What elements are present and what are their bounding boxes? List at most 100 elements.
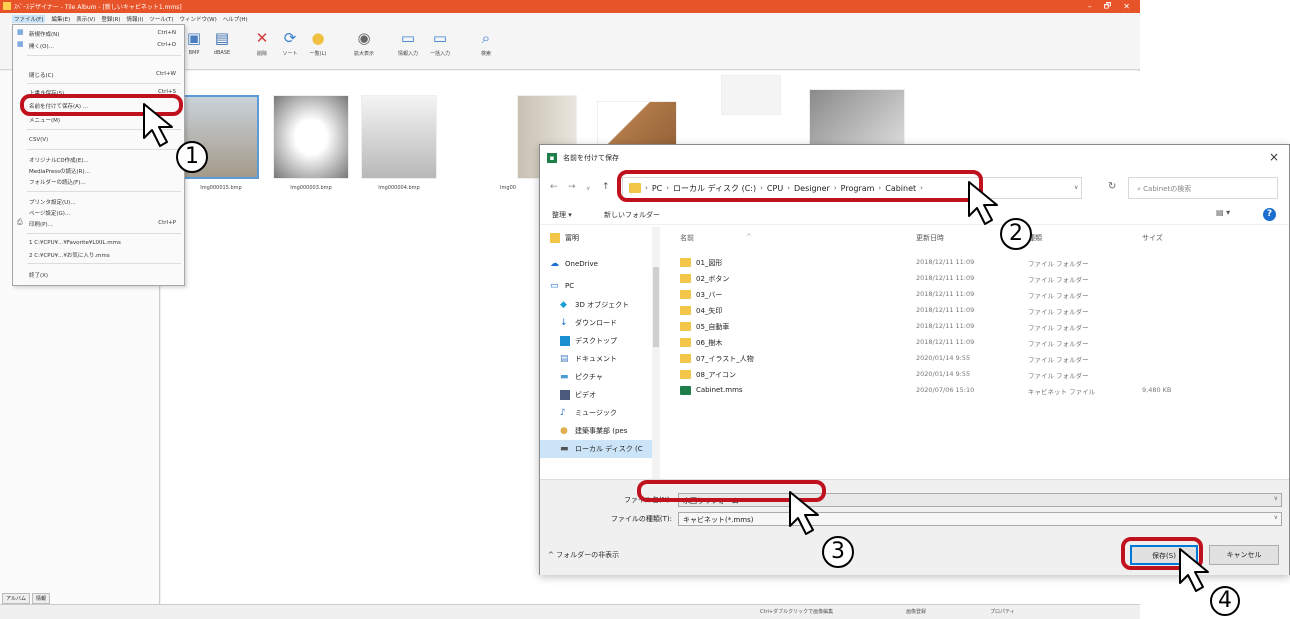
close-button[interactable]: ✕ (1123, 2, 1130, 11)
nav-item-3d[interactable]: ◆ 3D オブジェクト (560, 296, 629, 314)
new-folder-button[interactable]: 新しいフォルダー (604, 210, 660, 220)
file-row[interactable]: 07_イラスト_人物 2020/01/14 9:55 ファイル フォルダー (676, 351, 1236, 367)
column-header-name[interactable]: 名前 (680, 233, 694, 243)
thumbnail[interactable] (273, 95, 349, 179)
nav-item-onedrive[interactable]: ☁ OneDrive (550, 255, 598, 273)
nav-item-music[interactable]: ♪ ミュージック (560, 404, 617, 422)
menu-tools[interactable]: ツール(T) (149, 15, 173, 23)
folder-icon (680, 322, 691, 331)
folder-icon (680, 258, 691, 267)
chevron-down-icon[interactable]: ∨ (1274, 495, 1278, 502)
filetype-select[interactable]: キャビネット(*.mms) ∨ (678, 512, 1282, 526)
file-row[interactable]: 04_矢印 2018/12/11 11:09 ファイル フォルダー (676, 303, 1236, 319)
toolbar-dbase[interactable]: ▤ dBASE (204, 30, 240, 56)
open-icon: ▦ (17, 40, 24, 48)
menu-separator (27, 191, 181, 192)
download-icon: ↓ (560, 318, 568, 328)
folder-icon (550, 233, 560, 243)
search-input[interactable]: ⌕ Cabinetの検索 (1128, 177, 1278, 199)
folder-icon (680, 290, 691, 299)
batch-icon: ▭ (432, 29, 448, 47)
nav-item-pc[interactable]: ▭ PC (550, 277, 574, 295)
hide-folders-toggle[interactable]: ^ フォルダーの非表示 (548, 550, 619, 560)
chevron-down-icon[interactable]: ∨ (1274, 514, 1278, 521)
recent-dropdown-icon[interactable]: ∨ (586, 185, 590, 192)
video-icon (560, 390, 570, 400)
menu-item-recent-2[interactable]: 2 C:¥CPU¥...¥お気に入り.mms (13, 249, 184, 260)
up-icon[interactable]: ↑ (602, 182, 610, 192)
file-row[interactable]: 06_樹木 2018/12/11 11:09 ファイル フォルダー (676, 335, 1236, 351)
toolbar-search[interactable]: ⌕ 検索 (468, 30, 504, 57)
menu-item-new[interactable]: ▦ 新規作成(N) Ctrl+N (13, 28, 184, 39)
command-bar: 整理 ▾ 新しいフォルダー ▤ ▾ ? (540, 205, 1289, 225)
highlight-breadcrumb (617, 170, 983, 202)
edit-icon: ▭ (400, 29, 416, 47)
menu-item-print[interactable]: ⎙ 印刷(P)... Ctrl+P (13, 218, 184, 229)
menu-item-page-setup[interactable]: ページ設定(G)... (13, 207, 184, 218)
drive-icon: ▬ (560, 444, 569, 454)
tab-info[interactable]: 情報 (31, 593, 50, 604)
menu-item-exit[interactable]: 終了(X) (13, 269, 184, 280)
column-header-size[interactable]: サイズ (1142, 233, 1163, 243)
list-icon: ● (311, 29, 325, 47)
nav-item-videos[interactable]: ビデオ (560, 386, 596, 404)
file-row[interactable]: 01_図形 2018/12/11 11:09 ファイル フォルダー (676, 255, 1236, 271)
file-row[interactable]: Cabinet.mms 2020/07/06 15:10 キャビネット ファイル 9,… (676, 383, 1236, 399)
file-row[interactable]: 03_バー 2018/12/11 11:09 ファイル フォルダー (676, 287, 1236, 303)
minimize-button[interactable]: – (1088, 2, 1092, 11)
database-icon: ▤ (214, 29, 230, 47)
help-icon[interactable]: ? (1263, 208, 1276, 221)
scrollbar-thumb[interactable] (653, 267, 659, 347)
toolbar-batch-input[interactable]: ▭ 一括入力 (422, 30, 458, 57)
menu-register[interactable]: 登録(R) (101, 15, 120, 23)
menu-item-close[interactable]: 閉じる(C) Ctrl+W (13, 69, 184, 80)
nav-item-documents[interactable]: ▤ ドキュメント (560, 350, 617, 368)
menu-info[interactable]: 情報(I) (126, 15, 143, 23)
menu-separator (27, 83, 181, 84)
menu-item-open[interactable]: ▦ 開く(O)... Ctrl+O (13, 40, 184, 51)
forward-icon[interactable]: → (568, 182, 576, 192)
nav-item-user[interactable]: ● 建築事業部 (pes (560, 422, 627, 440)
thumbnail-label: Img000004.bmp (378, 185, 420, 191)
nav-item-desktop[interactable]: デスクトップ (560, 332, 617, 350)
nav-item-pictures[interactable]: ▬ ピクチャ (560, 368, 603, 386)
menu-separator (27, 233, 181, 234)
maximize-button[interactable]: 🗗 (1104, 0, 1112, 14)
thumbnail[interactable] (361, 95, 437, 179)
menu-item-printer-settings[interactable]: プリンタ設定(U)... (13, 196, 184, 207)
nav-item-downloads[interactable]: ↓ ダウンロード (560, 314, 617, 332)
toolbar-zoom[interactable]: ◉ 拡大表示 (346, 30, 382, 57)
file-row[interactable]: 02_ボタン 2018/12/11 11:09 ファイル フォルダー (676, 271, 1236, 287)
file-row[interactable]: 08_アイコン 2020/01/14 9:55 ファイル フォルダー (676, 367, 1236, 383)
refresh-icon[interactable]: ↻ (1108, 181, 1116, 192)
toolbar-list[interactable]: ● 一覧(L) (300, 30, 336, 57)
thumbnail[interactable] (721, 75, 781, 115)
menu-item-recent-1[interactable]: 1 C:¥CPU¥...¥Favorite¥LIXIL.mms (13, 238, 184, 249)
menu-file[interactable]: ファイル(F) (12, 14, 46, 23)
status-text: Ctrl+ダブルクリックで画像編集 (760, 609, 834, 615)
toolbar-info-input[interactable]: ▭ 情報入力 (390, 30, 426, 57)
menu-separator (27, 55, 181, 56)
menu-item-original-cd[interactable]: オリジナルCD作成(E)... (13, 154, 184, 165)
chevron-down-icon[interactable]: ∨ (1074, 184, 1078, 191)
dialog-close-button[interactable]: × (1269, 150, 1279, 164)
column-header-date[interactable]: 更新日時 (916, 233, 944, 243)
back-icon[interactable]: ← (550, 182, 558, 192)
thumbnail[interactable] (809, 89, 905, 149)
menu-help[interactable]: ヘルプ(H) (223, 15, 248, 23)
menu-view[interactable]: 表示(V) (76, 15, 95, 23)
menu-item-mediapress[interactable]: MediaPressの読込(R)... (13, 165, 184, 176)
thumbnail-label: Img00 (500, 185, 516, 191)
menu-window[interactable]: ウィンドウ(W) (180, 15, 217, 23)
view-options-icon[interactable]: ▤ ▾ (1216, 208, 1230, 217)
menu-edit[interactable]: 編集(E) (51, 15, 70, 23)
file-row[interactable]: 05_自動車 2018/12/11 11:09 ファイル フォルダー (676, 319, 1236, 335)
organize-button[interactable]: 整理 ▾ (552, 210, 572, 220)
menu-item-load-folder[interactable]: フォルダーの読込(F)... (13, 176, 184, 187)
nav-scrollbar[interactable] (652, 227, 660, 479)
nav-item-local-disk[interactable]: ▬ ローカル ディスク (C (540, 440, 660, 458)
tab-album[interactable]: アルバム (2, 593, 30, 604)
step-callout: 3 (822, 536, 854, 568)
step-callout: 2 (1000, 218, 1032, 250)
nav-item[interactable]: 冨明 (550, 229, 579, 247)
